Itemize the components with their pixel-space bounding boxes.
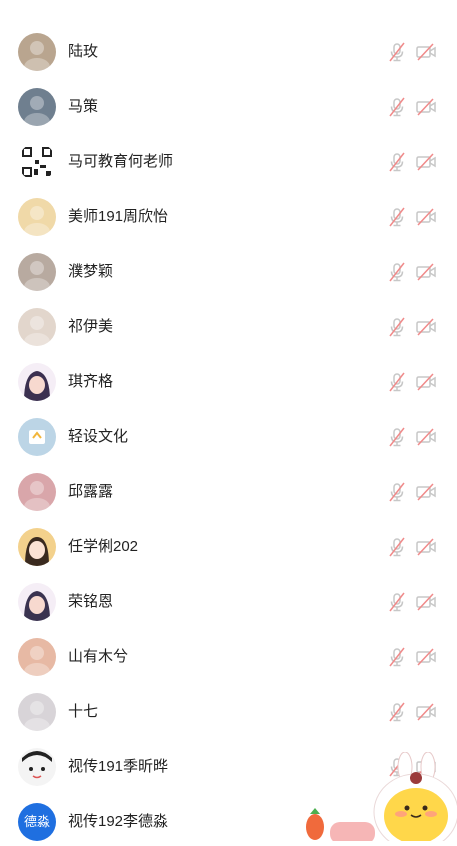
participant-name: 祁伊美 (68, 318, 114, 335)
participant-row[interactable]: 马可教育何老师 (0, 135, 457, 190)
camera-off-icon[interactable] (415, 591, 437, 613)
camera-off-icon[interactable] (415, 41, 437, 63)
participant-name: 轻设文化 (68, 428, 129, 445)
participant-list: 陆玫 马策 马可教育何老师 美师191周欣怡 濮梦颖 祁伊美 琪齐格 轻设文化 … (0, 0, 457, 841)
camera-off-icon[interactable] (415, 206, 437, 228)
mic-muted-icon[interactable] (386, 426, 408, 448)
participant-row[interactable]: 美师191周欣怡 (0, 190, 457, 245)
participant-name: 十七 (68, 703, 99, 720)
avatar-cartoon-girl (18, 528, 56, 566)
mic-muted-icon[interactable] (386, 41, 408, 63)
camera-off-icon[interactable] (415, 701, 437, 723)
camera-off-icon[interactable] (415, 151, 437, 173)
avatar-cake (18, 198, 56, 236)
participant-name: 濮梦颖 (68, 263, 114, 280)
participant-name: 陆玫 (68, 43, 99, 60)
participant-name: 山有木兮 (68, 648, 129, 665)
participant-name: 荣铭恩 (68, 593, 114, 610)
avatar-logo-blue (18, 418, 56, 456)
participant-row[interactable]: 邱露露 (0, 465, 457, 520)
mic-muted-icon[interactable] (386, 151, 408, 173)
avatar-qr-code (18, 143, 56, 181)
avatar-flowers (18, 638, 56, 676)
participant-row[interactable]: 马策 (0, 80, 457, 135)
avatar-outdoor-photo (18, 88, 56, 126)
avatar-cartoon-face (18, 748, 56, 786)
participant-name: 视传192李德淼 (68, 813, 169, 830)
participant-row[interactable]: 琪齐格 (0, 355, 457, 410)
mascot-sticker (300, 751, 457, 846)
camera-off-icon[interactable] (415, 536, 437, 558)
mic-muted-icon[interactable] (386, 701, 408, 723)
participant-row[interactable]: 山有木兮 (0, 630, 457, 685)
avatar-plush-toy (18, 33, 56, 71)
participant-row[interactable]: 陆玫 (0, 25, 457, 80)
participant-name: 视传191季昕晔 (68, 758, 169, 775)
avatar-pink-photo (18, 473, 56, 511)
mic-muted-icon[interactable] (386, 481, 408, 503)
mic-muted-icon[interactable] (386, 536, 408, 558)
avatar-initials: 德淼 (23, 814, 50, 829)
participant-row[interactable]: 濮梦颖 (0, 245, 457, 300)
mic-muted-icon[interactable] (386, 646, 408, 668)
avatar-portrait-light (18, 308, 56, 346)
participant-row[interactable]: 轻设文化 (0, 410, 457, 465)
mic-muted-icon[interactable] (386, 261, 408, 283)
camera-off-icon[interactable] (415, 481, 437, 503)
mic-muted-icon[interactable] (386, 591, 408, 613)
participant-name: 邱露露 (68, 483, 114, 500)
participant-row[interactable]: 祁伊美 (0, 300, 457, 355)
mic-muted-icon[interactable] (386, 206, 408, 228)
participant-name: 马可教育何老师 (68, 153, 174, 170)
mic-muted-icon[interactable] (386, 96, 408, 118)
camera-off-icon[interactable] (415, 261, 437, 283)
participant-row[interactable]: 十七 (0, 685, 457, 740)
camera-off-icon[interactable] (415, 426, 437, 448)
participant-name: 琪齐格 (68, 373, 114, 390)
participant-name: 美师191周欣怡 (68, 208, 169, 225)
avatar-text-badge: 德淼 (18, 803, 56, 841)
avatar-anime (18, 583, 56, 621)
camera-off-icon[interactable] (415, 96, 437, 118)
camera-off-icon[interactable] (415, 646, 437, 668)
participant-row[interactable]: 任学俐202 (0, 520, 457, 575)
avatar-illustration-girl (18, 363, 56, 401)
avatar-pastel (18, 693, 56, 731)
camera-off-icon[interactable] (415, 316, 437, 338)
avatar-portrait (18, 253, 56, 291)
participant-row[interactable]: 荣铭恩 (0, 575, 457, 630)
camera-off-icon[interactable] (415, 371, 437, 393)
mic-muted-icon[interactable] (386, 371, 408, 393)
participant-name: 马策 (68, 98, 99, 115)
participant-name: 任学俐202 (68, 538, 139, 555)
mic-muted-icon[interactable] (386, 316, 408, 338)
